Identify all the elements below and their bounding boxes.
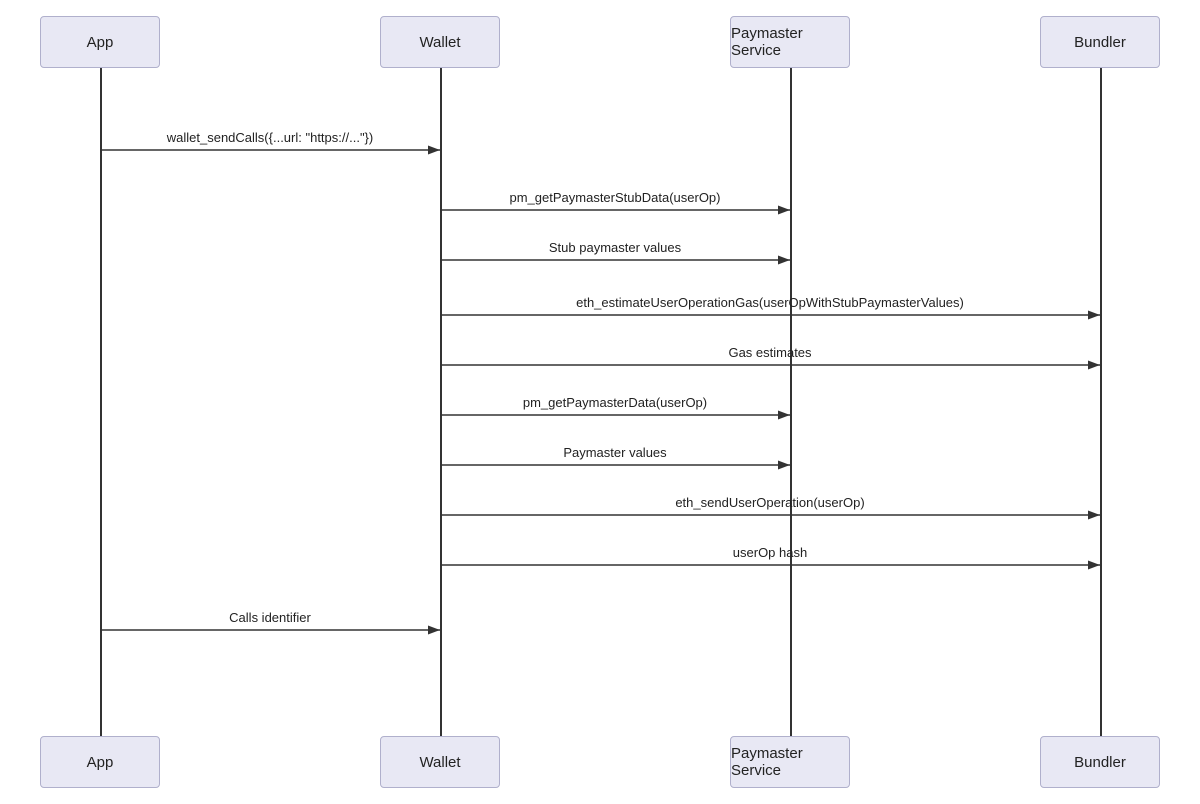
msg-label-msg6: pm_getPaymasterData(userOp) — [415, 395, 815, 410]
lifeline-app — [100, 68, 102, 736]
actor-box-bottom-wallet: Wallet — [380, 736, 500, 788]
msg-label-msg2: pm_getPaymasterStubData(userOp) — [415, 190, 815, 205]
msg-label-msg9: userOp hash — [570, 545, 970, 560]
msg-label-msg10: Calls identifier — [70, 610, 470, 625]
msg-label-msg5: Gas estimates — [570, 345, 970, 360]
actor-box-top-paymaster: Paymaster Service — [730, 16, 850, 68]
actor-box-top-bundler: Bundler — [1040, 16, 1160, 68]
actor-box-bottom-app: App — [40, 736, 160, 788]
msg-label-msg3: Stub paymaster values — [415, 240, 815, 255]
actor-box-bottom-bundler: Bundler — [1040, 736, 1160, 788]
msg-label-msg8: eth_sendUserOperation(userOp) — [570, 495, 970, 510]
msg-label-msg4: eth_estimateUserOperationGas(userOpWithS… — [570, 295, 970, 310]
actor-box-bottom-paymaster: Paymaster Service — [730, 736, 850, 788]
lifeline-bundler — [1100, 68, 1102, 736]
msg-label-msg7: Paymaster values — [415, 445, 815, 460]
sequence-diagram: App Wallet Paymaster Service Bundler App Wall… — [0, 0, 1200, 804]
actor-box-top-wallet: Wallet — [380, 16, 500, 68]
actor-box-top-app: App — [40, 16, 160, 68]
msg-label-msg1: wallet_sendCalls({...url: "https://..."}… — [70, 130, 470, 145]
